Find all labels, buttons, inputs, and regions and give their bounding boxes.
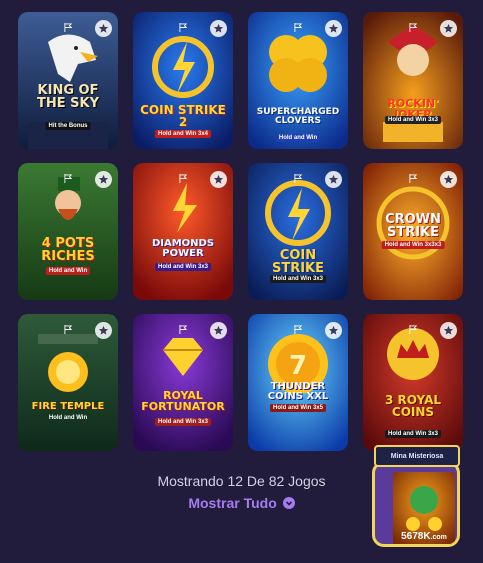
- favorite-star-icon[interactable]: [325, 322, 342, 339]
- show-all-label: Mostrar Tudo: [188, 495, 277, 511]
- favorite-star-icon[interactable]: [210, 171, 227, 188]
- favorite-star-icon[interactable]: [95, 322, 112, 339]
- flag-icon: [409, 325, 418, 334]
- game-subtitle: Hold and Win 3x3: [155, 263, 211, 271]
- favorite-star-icon[interactable]: [210, 322, 227, 339]
- game-tile[interactable]: Supercharged Clovers Hold and Win: [248, 12, 348, 149]
- favorite-star-icon[interactable]: [325, 20, 342, 37]
- game-title: King of the Sky: [36, 83, 99, 111]
- game-tile[interactable]: Crown Strike Hold and Win 3x3x3: [363, 163, 463, 300]
- game-subtitle: Hold and Win 3x3: [385, 116, 441, 124]
- game-tile[interactable]: Royal Fortunator Hold and Win 3x3: [133, 314, 233, 451]
- game-tile[interactable]: Fire Temple Hold and Win: [18, 314, 118, 451]
- game-subtitle: Hold and Win 3x3: [270, 275, 326, 283]
- game-subtitle: Hold and Win 3x3: [155, 418, 211, 426]
- game-title: Fire Temple: [31, 401, 105, 412]
- flag-icon: [64, 23, 73, 32]
- promo-card[interactable]: 5678K.com: [372, 461, 460, 547]
- promo-widget[interactable]: 5678K.com Mina Misteriosa: [370, 441, 462, 551]
- game-subtitle: Hit the Bonus: [45, 122, 91, 130]
- favorite-star-icon[interactable]: [440, 322, 457, 339]
- game-subtitle: Hold and Win: [45, 267, 91, 275]
- game-subtitle: Hold and Win 3x4: [155, 130, 211, 138]
- game-subtitle: Hold and Win 3x5: [270, 404, 326, 412]
- game-tile[interactable]: Coin Strike Hold and Win 3x3: [248, 163, 348, 300]
- chevron-down-icon: [282, 497, 295, 510]
- flag-icon: [179, 174, 188, 183]
- flag-icon: [179, 23, 188, 32]
- game-tile[interactable]: King of the Sky Hit the Bonus: [18, 12, 118, 149]
- game-title: Supercharged Clovers: [256, 107, 340, 126]
- game-title: Crown Strike: [385, 212, 441, 240]
- game-grid: King of the Sky Hit the Bonus Coin Strik…: [18, 12, 463, 451]
- game-title: Coin Strike 2: [140, 103, 226, 129]
- game-subtitle: Hold and Win: [275, 134, 321, 142]
- game-tile[interactable]: 4 Pots Riches Hold and Win: [18, 163, 118, 300]
- game-subtitle: Hold and Win 3x3: [385, 430, 441, 438]
- flag-icon: [64, 325, 73, 334]
- promo-art: 5678K.com: [393, 472, 455, 544]
- flag-icon: [179, 325, 188, 334]
- game-title: Royal Fortunator: [141, 389, 225, 413]
- flag-icon: [409, 23, 418, 32]
- favorite-star-icon[interactable]: [95, 20, 112, 37]
- favorite-star-icon[interactable]: [325, 171, 342, 188]
- flag-icon: [409, 174, 418, 183]
- game-title: Coin Strike: [271, 248, 325, 276]
- game-tile[interactable]: Rockin' Joker Hold and Win 3x3: [363, 12, 463, 149]
- flag-icon: [294, 23, 303, 32]
- game-title: 4 Pots Riches: [41, 236, 95, 264]
- flag-icon: [294, 174, 303, 183]
- game-tile[interactable]: Diamonds Power Hold and Win 3x3: [133, 163, 233, 300]
- flag-icon: [64, 174, 73, 183]
- promo-domain: 5678K.com: [401, 531, 447, 542]
- favorite-star-icon[interactable]: [440, 171, 457, 188]
- favorite-star-icon[interactable]: [95, 171, 112, 188]
- game-tile[interactable]: 7 Thunder Coins XXL Hold and Win 3x5: [248, 314, 348, 451]
- game-title: Diamonds Power: [151, 238, 215, 259]
- game-tile[interactable]: Coin Strike 2 Hold and Win 3x4: [133, 12, 233, 149]
- favorite-star-icon[interactable]: [440, 20, 457, 37]
- svg-text:7: 7: [289, 351, 307, 381]
- game-title: 3 Royal Coins: [384, 393, 441, 419]
- game-subtitle: Hold and Win: [48, 415, 88, 421]
- favorite-star-icon[interactable]: [210, 20, 227, 37]
- flag-icon: [294, 325, 303, 334]
- game-title: Thunder Coins XXL: [267, 381, 329, 402]
- game-subtitle: Hold and Win 3x3x3: [381, 241, 445, 249]
- promo-label: Mina Misteriosa: [374, 445, 460, 467]
- game-tile[interactable]: 3 Royal Coins Hold and Win 3x3: [363, 314, 463, 451]
